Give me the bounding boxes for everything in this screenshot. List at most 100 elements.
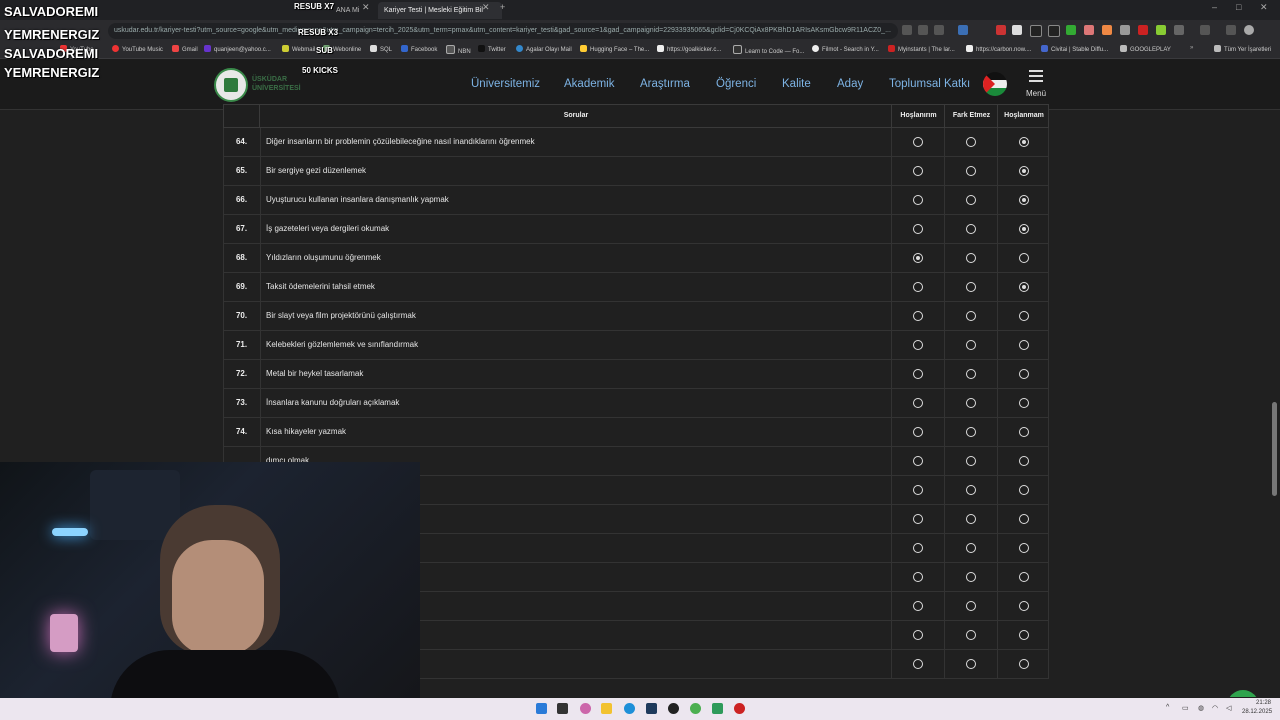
radio-dislike[interactable]	[1019, 369, 1029, 379]
radio-neutral[interactable]	[966, 601, 976, 611]
new-tab-icon[interactable]: +	[500, 2, 505, 12]
close-tab-icon[interactable]: ✕	[362, 2, 370, 13]
nav-universitemiz[interactable]: Üniversitemiz	[471, 78, 540, 90]
radio-like[interactable]	[913, 398, 923, 408]
extension-icon[interactable]	[1084, 25, 1094, 35]
bookmarks-more-icon[interactable]: »	[1190, 45, 1193, 51]
store-icon[interactable]	[646, 703, 657, 714]
search-icon[interactable]	[557, 703, 568, 714]
extension-icon[interactable]	[1102, 25, 1112, 35]
radio-neutral[interactable]	[966, 456, 976, 466]
bookmark-item[interactable]: Hugging Face – The...	[580, 45, 649, 53]
radio-like[interactable]	[913, 543, 923, 553]
radio-dislike[interactable]	[1019, 630, 1029, 640]
radio-neutral[interactable]	[966, 398, 976, 408]
radio-like[interactable]	[913, 659, 923, 669]
radio-dislike[interactable]	[1019, 166, 1029, 176]
radio-like[interactable]	[913, 340, 923, 350]
app-icon[interactable]	[712, 703, 723, 714]
radio-neutral[interactable]	[966, 630, 976, 640]
radio-dislike[interactable]	[1019, 224, 1029, 234]
bookmark-item[interactable]: Myinstants | The lar...	[888, 45, 955, 53]
radio-like[interactable]	[913, 601, 923, 611]
radio-dislike[interactable]	[1019, 601, 1029, 611]
bookmark-item[interactable]: https://carbon.now....	[966, 45, 1031, 53]
clock-time[interactable]: 21:28	[1256, 700, 1271, 706]
radio-dislike[interactable]	[1019, 427, 1029, 437]
radio-like[interactable]	[913, 224, 923, 234]
extension-icon[interactable]	[1030, 25, 1042, 37]
extensions-puzzle-icon[interactable]	[1174, 25, 1184, 35]
radio-neutral[interactable]	[966, 282, 976, 292]
extension-icon[interactable]	[1156, 25, 1166, 35]
radio-neutral[interactable]	[966, 311, 976, 321]
wifi-icon[interactable]: ◠	[1212, 704, 1218, 712]
radio-neutral[interactable]	[966, 195, 976, 205]
bookmark-folder[interactable]: GOOGLEPLAY	[1120, 45, 1171, 53]
radio-like[interactable]	[913, 572, 923, 582]
bookmark-item[interactable]: Civitai | Stable Diffu...	[1041, 45, 1108, 53]
radio-dislike[interactable]	[1019, 572, 1029, 582]
radio-neutral[interactable]	[966, 572, 976, 582]
window-close-icon[interactable]: ✕	[1260, 2, 1268, 13]
radio-like[interactable]	[913, 166, 923, 176]
file-explorer-icon[interactable]	[601, 703, 612, 714]
start-icon[interactable]	[536, 703, 547, 714]
bookmark-item[interactable]: YouTube Music	[112, 45, 163, 53]
bookmark-item[interactable]: SQL	[370, 45, 392, 53]
radio-dislike[interactable]	[1019, 659, 1029, 669]
nav-toplumsal-katki[interactable]: Toplumsal Katkı	[889, 78, 970, 90]
menu-label[interactable]: Menü	[1026, 89, 1046, 98]
bookmark-item[interactable]: Facebook	[401, 45, 437, 53]
radio-dislike[interactable]	[1019, 253, 1029, 263]
zoom-icon[interactable]	[902, 25, 912, 35]
radio-neutral[interactable]	[966, 427, 976, 437]
star-icon[interactable]	[934, 25, 944, 35]
all-bookmarks-folder[interactable]: Tüm Yer İşaretleri	[1214, 45, 1271, 53]
radio-like[interactable]	[913, 514, 923, 524]
radio-dislike[interactable]	[1019, 311, 1029, 321]
radio-like[interactable]	[913, 282, 923, 292]
radio-dislike[interactable]	[1019, 195, 1029, 205]
page-scrollbar-thumb[interactable]	[1272, 402, 1277, 496]
radio-neutral[interactable]	[966, 369, 976, 379]
mic-icon[interactable]: ◍	[1198, 704, 1204, 712]
radio-like[interactable]	[913, 137, 923, 147]
radio-like[interactable]	[913, 369, 923, 379]
obs-icon[interactable]	[668, 703, 679, 714]
bookmark-item[interactable]: NBN	[446, 45, 471, 55]
close-tab-icon[interactable]: ✕	[482, 2, 490, 13]
hamburger-menu-icon[interactable]	[1029, 70, 1043, 85]
extension-icon[interactable]	[1048, 25, 1060, 37]
bookmark-item[interactable]: Twitter	[478, 45, 506, 53]
download-icon[interactable]	[1200, 25, 1210, 35]
radio-like[interactable]	[913, 311, 923, 321]
radio-neutral[interactable]	[966, 485, 976, 495]
url-field[interactable]: uskudar.edu.tr/kariyer-testi?utm_source=…	[108, 23, 898, 39]
radio-dislike[interactable]	[1019, 456, 1029, 466]
edge-icon[interactable]	[624, 703, 635, 714]
radio-dislike[interactable]	[1019, 514, 1029, 524]
volume-icon[interactable]: ◁	[1226, 704, 1231, 712]
tray-chevron-icon[interactable]: ^	[1166, 704, 1169, 711]
radio-like[interactable]	[913, 630, 923, 640]
chrome-icon[interactable]	[690, 703, 701, 714]
radio-like[interactable]	[913, 253, 923, 263]
chat-button[interactable]	[1227, 690, 1259, 697]
clock-date[interactable]: 28.12.2025	[1242, 709, 1272, 715]
bookmark-item[interactable]: https://goalkicker.c...	[657, 45, 721, 53]
radio-dislike[interactable]	[1019, 137, 1029, 147]
radio-neutral[interactable]	[966, 659, 976, 669]
nav-akademik[interactable]: Akademik	[564, 78, 615, 90]
bookmark-item[interactable]: quanjeen@yahoo.c...	[204, 45, 271, 53]
radio-neutral[interactable]	[966, 137, 976, 147]
radio-like[interactable]	[913, 485, 923, 495]
nav-ogrenci[interactable]: Öğrenci	[716, 78, 756, 90]
radio-neutral[interactable]	[966, 224, 976, 234]
app-icon[interactable]	[734, 703, 745, 714]
bookmark-item[interactable]: Agalar Olayı Mail	[516, 45, 572, 53]
radio-neutral[interactable]	[966, 253, 976, 263]
nav-aday[interactable]: Aday	[837, 78, 863, 90]
tab-ana[interactable]: ANA Mi	[330, 2, 382, 19]
extension-icon[interactable]	[958, 25, 968, 35]
